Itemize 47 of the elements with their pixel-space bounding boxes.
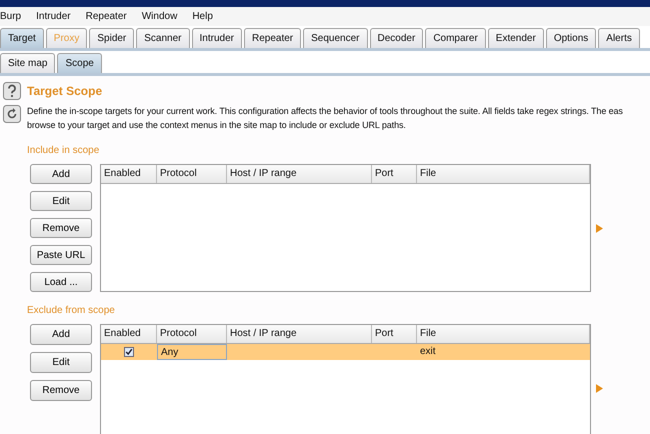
menu-item[interactable]: Repeater (86, 11, 127, 22)
help-icon[interactable] (3, 82, 21, 100)
column-header[interactable]: Host / IP range (227, 325, 372, 343)
tab[interactable]: Site map (0, 53, 56, 73)
action-button[interactable]: Remove (30, 218, 92, 238)
column-header[interactable]: Port (372, 325, 417, 343)
tab[interactable]: Scanner (136, 28, 190, 48)
column-header[interactable]: Host / IP range (227, 165, 372, 183)
action-button[interactable]: Edit (30, 352, 92, 373)
tab[interactable]: Spider (89, 28, 134, 48)
tab[interactable]: Extender (488, 28, 544, 48)
section-title: Target Scope (27, 84, 104, 98)
tab[interactable]: Repeater (244, 28, 302, 48)
menu-item[interactable]: Help (192, 11, 213, 22)
menu-item[interactable]: Window (142, 11, 178, 22)
action-button[interactable]: Paste URL (30, 245, 92, 265)
tab[interactable]: Decoder (370, 28, 424, 48)
action-button[interactable]: Remove (30, 380, 92, 401)
tab[interactable]: Scope (57, 53, 102, 73)
description-text: Define the in-scope targets for your current work. This configuration affects the behavior of tools throughout the suite. All fields take regex strings. The eas (27, 105, 623, 118)
column-header[interactable]: Enabled (101, 325, 157, 343)
tab[interactable]: Comparer (425, 28, 486, 48)
tab[interactable]: Target (0, 28, 44, 48)
column-header[interactable]: File (417, 325, 590, 343)
column-header[interactable]: Protocol (157, 165, 227, 183)
column-header[interactable]: Protocol (157, 325, 227, 343)
column-header[interactable]: Port (372, 165, 417, 183)
action-button[interactable]: Add (30, 164, 92, 184)
action-button[interactable]: Load ... (30, 272, 92, 292)
refresh-icon[interactable] (3, 105, 21, 123)
description-text: browse to your target and use the context menus in the site map to include or exclude URL paths. (27, 119, 407, 132)
menu-item[interactable]: Burp (0, 11, 22, 22)
table-row[interactable]: Any exit (101, 344, 590, 360)
checkbox[interactable] (124, 347, 134, 357)
action-button[interactable]: Edit (30, 191, 92, 211)
column-header[interactable]: Enabled (101, 165, 157, 183)
section-label: Exclude from scope (27, 305, 116, 316)
column-header[interactable]: File (417, 165, 590, 183)
action-button[interactable]: Add (30, 324, 92, 345)
table-cell-text: exit (419, 345, 437, 359)
tab[interactable]: Options (546, 28, 596, 48)
tab[interactable]: Sequencer (303, 28, 368, 48)
section-label: Include in scope (27, 145, 100, 156)
tab[interactable]: Intruder (192, 28, 242, 48)
menu-item[interactable]: Intruder (36, 11, 71, 22)
table-cell: Any (157, 344, 227, 360)
tab[interactable]: Alerts (598, 28, 640, 48)
